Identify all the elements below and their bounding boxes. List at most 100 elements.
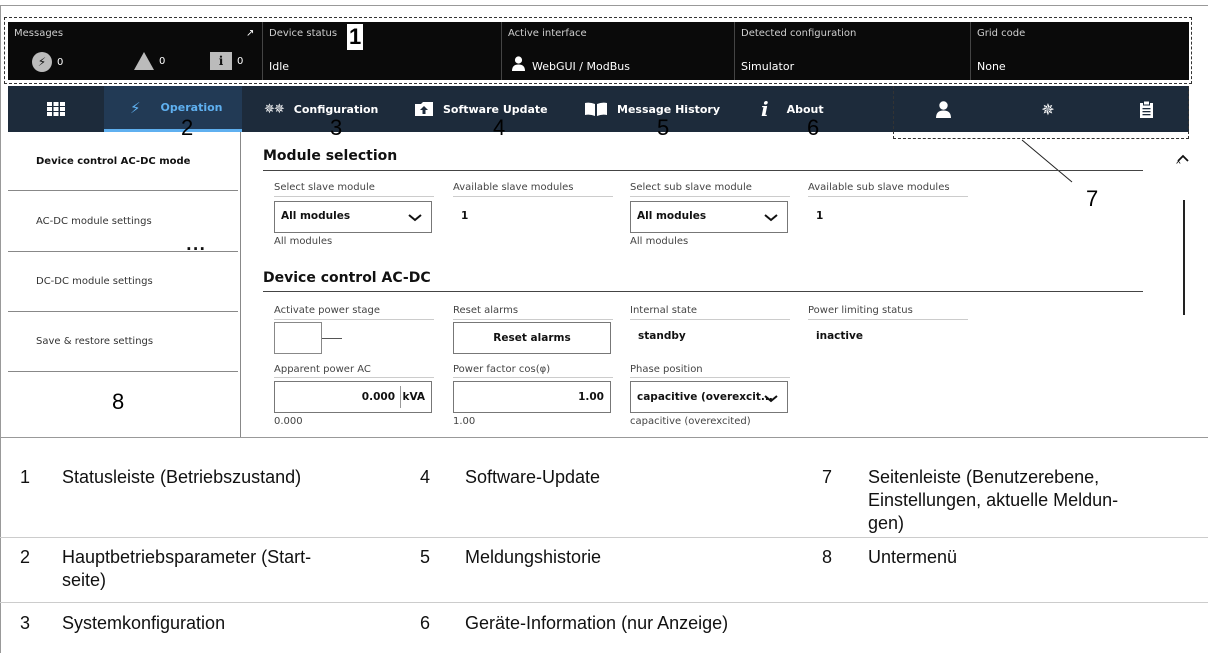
- select-sub-slave-dropdown[interactable]: All modules: [630, 201, 788, 233]
- external-link-icon[interactable]: ↗: [246, 28, 254, 39]
- legend-row-separator-1: [0, 537, 1208, 538]
- legend-num-4: 4: [420, 467, 431, 487]
- grid-code-label: Grid code: [977, 28, 1026, 39]
- available-slave-underline: [453, 196, 613, 197]
- power-factor-sub: 1.00: [453, 416, 476, 427]
- legend-text-5: Meldungshistorie: [465, 547, 602, 567]
- submenu-more-icon[interactable]: ...: [186, 236, 206, 254]
- activate-underline: [274, 319, 434, 320]
- reset-alarms-button[interactable]: Reset alarms: [453, 322, 611, 354]
- marker-8: 8: [112, 389, 125, 414]
- power-factor-field[interactable]: 1.00: [453, 381, 611, 413]
- frame-top-line: [0, 5, 1208, 6]
- internal-state-label: Internal state: [630, 305, 698, 316]
- reset-alarms-button-label: Reset alarms: [493, 332, 571, 344]
- select-slave-underline: [274, 196, 434, 197]
- legend-num-8: 8: [822, 547, 833, 567]
- apparent-power-unit: kVA: [402, 391, 425, 403]
- marker-6: 6: [807, 115, 820, 140]
- legend-text-2: Hauptbetriebsparameter (Start- seite): [62, 546, 311, 592]
- device-status-cell: Device status Idle: [262, 22, 501, 80]
- folder-upload-icon: [415, 102, 433, 116]
- device-control-title: Device control AC-DC: [263, 270, 431, 286]
- status-bar: Messages ↗ ⚡ 0 0 i 0 Device status Idle …: [8, 22, 1189, 80]
- nav-home-grid[interactable]: [8, 86, 104, 132]
- apparent-power-label: Apparent power AC: [274, 364, 371, 375]
- tab-configuration-label: Configuration: [293, 102, 379, 116]
- reset-alarms-label: Reset alarms: [453, 305, 519, 316]
- select-sub-slave-sub: All modules: [630, 236, 689, 247]
- messages-cell[interactable]: Messages ↗ ⚡ 0 0 i 0: [8, 22, 262, 80]
- power-factor-value: 1.00: [578, 391, 604, 403]
- marker-1: 1: [347, 24, 364, 50]
- power-limiting-value: inactive: [816, 330, 863, 342]
- scrollbar-track[interactable]: [1183, 200, 1185, 315]
- submenu-divider: [240, 132, 241, 438]
- tab-about[interactable]: i About: [761, 86, 881, 132]
- device-control-rule: [263, 291, 1143, 292]
- toggle-track-line: [322, 338, 342, 339]
- tab-software-update-label: Software Update: [443, 102, 548, 116]
- submenu-item-save-restore[interactable]: Save & restore settings: [8, 312, 238, 372]
- power-limiting-label: Power limiting status: [808, 305, 913, 316]
- user-small-icon: [512, 56, 525, 71]
- legend-num-5: 5: [420, 547, 431, 567]
- device-status-value: Idle: [269, 60, 290, 73]
- activate-power-stage-label: Activate power stage: [274, 305, 381, 316]
- available-sub-slave-value: 1: [816, 210, 824, 222]
- messages-label: Messages: [14, 28, 64, 39]
- active-interface-label: Active interface: [508, 28, 587, 39]
- legend-text-7-line1: Seitenleiste (Benutzerebene,: [868, 467, 1100, 487]
- select-slave-sub: All modules: [274, 236, 333, 247]
- sidebar-dashed-outline: [893, 86, 1189, 139]
- tab-about-label: About: [786, 102, 824, 116]
- submenu-item-label: DC-DC module settings: [36, 276, 153, 287]
- phase-position-sub: capacitive (overexcited): [630, 416, 751, 427]
- tab-message-history-label: Message History: [617, 102, 721, 116]
- legend-num-1: 1: [20, 467, 31, 487]
- available-sub-slave-underline: [808, 196, 968, 197]
- legend-text-6: Geräte-Information (nur Anzeige): [465, 613, 729, 633]
- submenu-item-device-control[interactable]: Device control AC-DC mode: [8, 132, 238, 191]
- power-limiting-underline: [808, 319, 968, 320]
- select-sub-slave-value: All modules: [637, 210, 707, 222]
- detected-configuration-value: Simulator: [741, 60, 795, 73]
- available-sub-slave-label: Available sub slave modules: [808, 182, 950, 193]
- legend-text-2-line1: Hauptbetriebsparameter (Start-: [62, 547, 312, 567]
- info-italic-icon: i: [761, 97, 769, 121]
- scroll-up-button[interactable]: [1176, 153, 1190, 163]
- phase-position-value: capacitive (overexcit...: [637, 391, 773, 403]
- lightning-icon: ⚡: [130, 98, 141, 117]
- internal-state-value: standby: [638, 330, 686, 342]
- chevron-down-icon: [408, 214, 422, 222]
- select-sub-slave-underline: [630, 196, 790, 197]
- legend-text-8: Untermenü: [868, 547, 958, 567]
- submenu-item-dcdc-settings[interactable]: DC-DC module settings: [8, 252, 238, 312]
- legend-text-7: Seitenleiste (Benutzerebene, Einstellung…: [868, 466, 1198, 535]
- error-count[interactable]: ⚡ 0: [32, 52, 63, 72]
- submenu-item-label: Save & restore settings: [36, 336, 154, 347]
- info-count[interactable]: i 0: [210, 52, 243, 70]
- book-icon: [585, 102, 607, 116]
- gears-icon: ✵✵: [264, 101, 285, 117]
- submenu-item-label: AC-DC module settings: [36, 215, 152, 227]
- grid-icon: [47, 102, 65, 116]
- grid-code-value: None: [977, 60, 1006, 73]
- select-slave-dropdown[interactable]: All modules: [274, 201, 432, 233]
- legend-text-3: Systemkonfiguration: [62, 613, 226, 633]
- activate-power-stage-toggle[interactable]: [274, 322, 322, 354]
- apparent-power-field[interactable]: 0.000 kVA: [274, 381, 432, 413]
- warning-count[interactable]: 0: [134, 52, 165, 70]
- legend-text-4: Software-Update: [465, 467, 601, 487]
- phase-position-dropdown[interactable]: capacitive (overexcit...: [630, 381, 788, 413]
- reset-underline: [453, 319, 613, 320]
- legend-num-6: 6: [420, 613, 431, 633]
- tab-operation[interactable]: ⚡ Operation: [104, 86, 242, 132]
- available-slave-label: Available slave modules: [453, 182, 574, 193]
- legend-num-2: 2: [20, 547, 31, 567]
- legend-text-1: Statusleiste (Betriebszustand): [62, 467, 302, 487]
- lightning-circle-icon: ⚡: [32, 52, 52, 72]
- legend-text-7-line2: Einstellungen, aktuelle Meldun-: [868, 490, 1119, 510]
- submenu-item-label: Device control AC-DC mode: [36, 155, 191, 167]
- select-slave-label: Select slave module: [274, 182, 375, 193]
